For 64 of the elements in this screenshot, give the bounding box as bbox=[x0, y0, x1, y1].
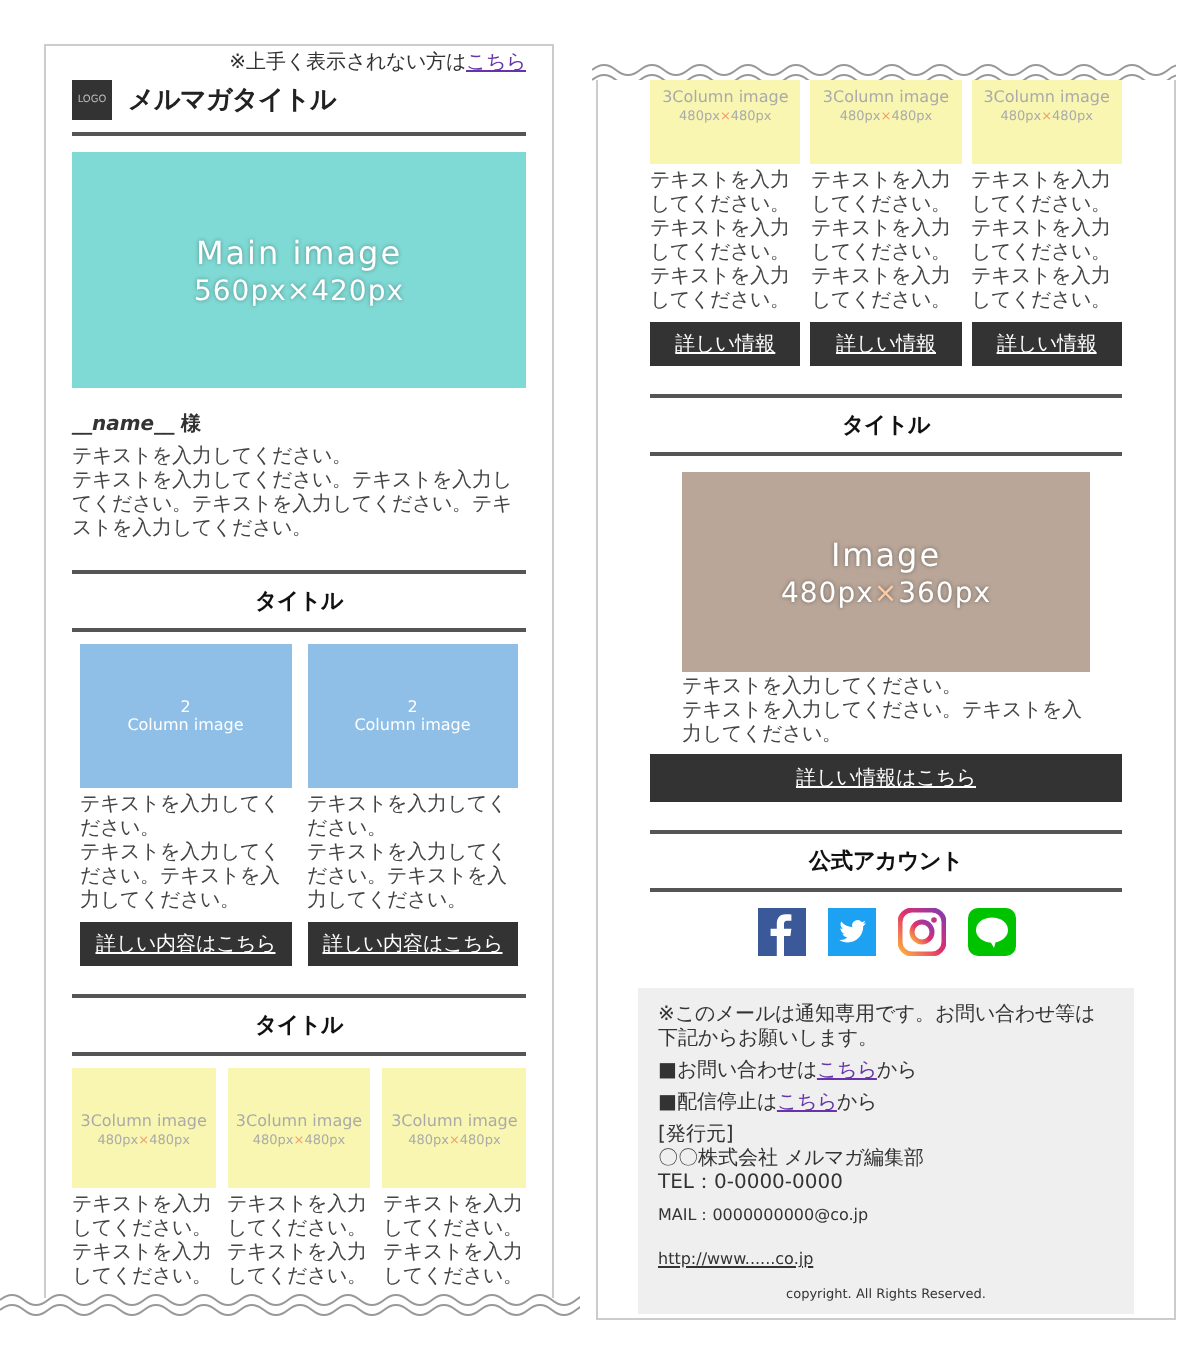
footer-text: TEL：0-0000-0000 bbox=[658, 1172, 845, 1196]
placeholder-label: 3Column image bbox=[662, 86, 789, 108]
body-text: テキストを入力してください。テキストを入力してください。テキストを入力してください。テキストを入力してください。 bbox=[72, 470, 514, 542]
placeholder-label: Column image bbox=[354, 716, 471, 734]
body-text: テキストを入力してください。 bbox=[80, 794, 282, 841]
placeholder-label: Image bbox=[830, 534, 942, 578]
body-text: テキストを入力してください。テキストを入力してください。 bbox=[307, 842, 509, 914]
details-button[interactable]: 詳しい内容はこちら bbox=[307, 922, 518, 966]
body-text: テキストを入力してください。 bbox=[682, 676, 964, 699]
placeholder-size: 480px×360px bbox=[780, 578, 992, 610]
facebook-icon[interactable] bbox=[757, 908, 805, 956]
body-text: テキストを入力してください。 bbox=[971, 266, 1114, 314]
body-text: テキストを入力してください。 bbox=[650, 170, 792, 217]
body-text: テキストを入力してください。テキストを入力してください。 bbox=[682, 700, 1084, 748]
newsletter-title: メルマガタイトル bbox=[128, 84, 336, 118]
body-text: テキストを入力してください。 bbox=[227, 1242, 370, 1290]
placeholder-label: Main image bbox=[195, 232, 403, 276]
details-button[interactable]: 詳しい情報はこちら bbox=[650, 754, 1122, 802]
body-text: テキストを入力してください。 bbox=[650, 266, 792, 314]
details-button[interactable]: 詳しい情報 bbox=[650, 322, 801, 366]
placeholder-label: 3Column image bbox=[391, 1109, 518, 1131]
body-text: テキストを入力してください。 bbox=[72, 1242, 214, 1290]
body-text: テキストを入力してください。 bbox=[971, 170, 1114, 217]
unsubscribe-link[interactable]: こちら bbox=[776, 1092, 837, 1114]
body-text: テキストを入力してください。 bbox=[382, 1194, 525, 1241]
body-text: テキストを入力してください。 bbox=[810, 170, 953, 217]
placeholder-label: 3Column image bbox=[822, 86, 950, 108]
body-text: テキストを入力してください。 bbox=[307, 794, 509, 841]
body-text: テキストを入力してください。 bbox=[810, 218, 953, 265]
footer-text: 〇〇株式会社 メルマガ編集部 bbox=[658, 1148, 927, 1172]
footer-text: ※このメールは通知専用です。お問い合わせ等は下記からお願いします。 bbox=[658, 1004, 1097, 1052]
body-text: テキストを入力してください。 bbox=[227, 1194, 370, 1241]
footer-text: [発行元] bbox=[658, 1124, 736, 1147]
section-title: タイトル bbox=[650, 394, 1122, 456]
placeholder-label: 2 bbox=[180, 698, 191, 716]
section-title: タイトル bbox=[72, 570, 526, 632]
body-text: テキストを入力してください。 bbox=[650, 218, 792, 265]
bird-icon[interactable] bbox=[827, 908, 875, 956]
contact-link[interactable]: こちら bbox=[816, 1060, 877, 1082]
footer-text: ■配信停止はこちらから bbox=[658, 1092, 879, 1116]
body-text: テキストを入力してください。 bbox=[382, 1242, 525, 1290]
camera-icon[interactable] bbox=[897, 908, 945, 956]
section-title: タイトル bbox=[72, 994, 526, 1056]
notice-text: ※上手く表示されない方はこちら bbox=[229, 52, 526, 74]
details-button[interactable]: 詳しい内容はこちら bbox=[80, 922, 291, 966]
body-text: テキストを入力してください。テキストを入力してください。 bbox=[80, 842, 282, 914]
website-link[interactable]: http://www......co.jp bbox=[658, 1248, 814, 1270]
section-title: 公式アカウント bbox=[650, 830, 1122, 892]
body-text: テキストを入力してください。 bbox=[72, 1194, 214, 1241]
body-text: テキストを入力してください。 bbox=[72, 446, 354, 469]
notice-link[interactable]: こちら bbox=[466, 52, 526, 74]
body-text: テキストを入力してください。 bbox=[810, 266, 953, 314]
greeting: __name__ 様 bbox=[72, 412, 204, 438]
footer-text: MAIL：0000000000@co.jp bbox=[658, 1204, 871, 1226]
placeholder-label: 2 bbox=[407, 698, 418, 716]
body-text: テキストを入力してください。 bbox=[971, 218, 1114, 265]
placeholder-label: 3Column image bbox=[983, 86, 1110, 108]
details-button[interactable]: 詳しい情報 bbox=[810, 322, 962, 366]
placeholder-label: 3Column image bbox=[235, 1109, 363, 1131]
placeholder-size: 560px×420px bbox=[193, 276, 405, 308]
footer-text: ■お問い合わせはこちらから bbox=[658, 1060, 919, 1084]
placeholder-label: 3Column image bbox=[80, 1109, 207, 1131]
placeholder-label: Column image bbox=[127, 716, 244, 734]
details-button[interactable]: 詳しい情報 bbox=[971, 322, 1122, 366]
